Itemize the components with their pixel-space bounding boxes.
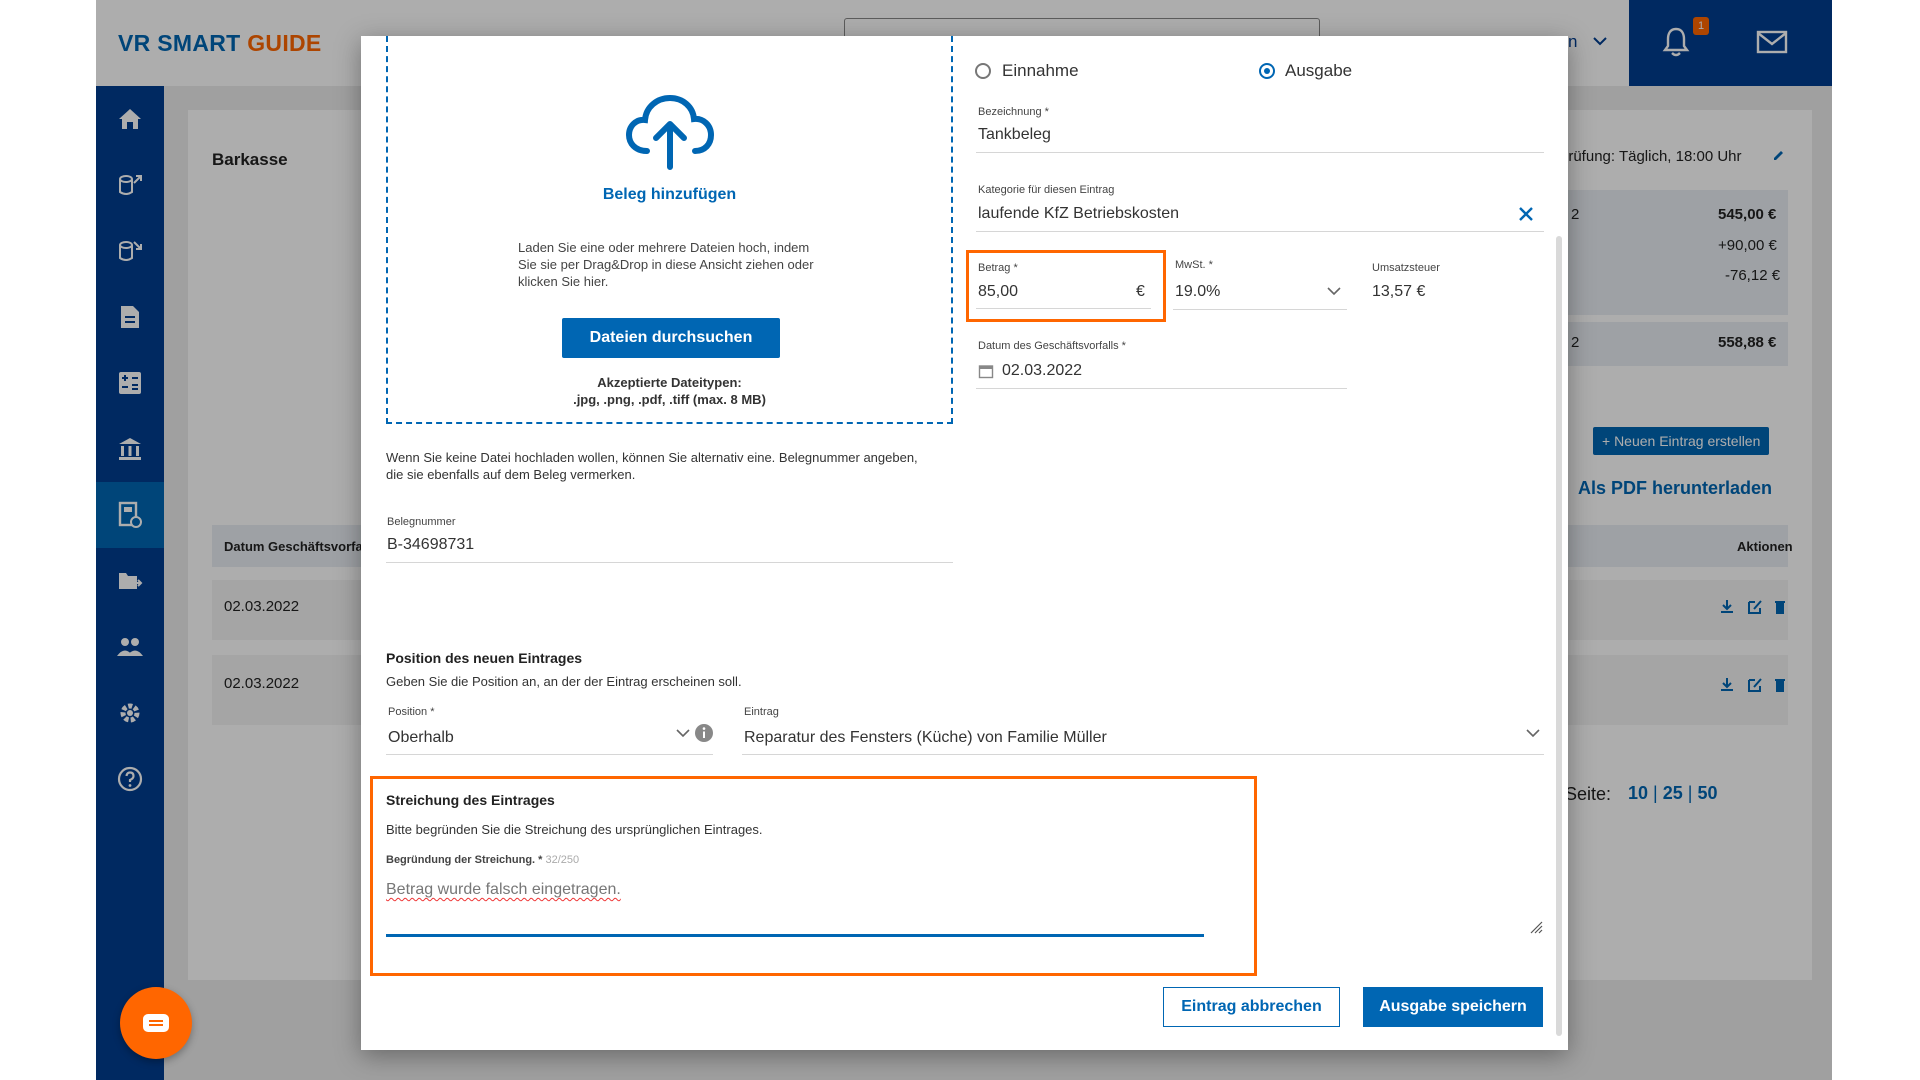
belegnummer-input[interactable]: B-34698731 [387, 536, 474, 554]
datum-input[interactable]: 02.03.2022 [1002, 362, 1082, 380]
datum-label: Datum des Geschäftsvorfalls * [978, 340, 1126, 352]
kategorie-label: Kategorie für diesen Eintrag [978, 184, 1115, 196]
modal-scrollbar[interactable] [1556, 236, 1562, 1036]
bezeichnung-underline [976, 152, 1544, 153]
highlight-streichung [370, 776, 1257, 976]
eintrag-select[interactable]: Reparatur des Fensters (Küche) von Famil… [744, 729, 1107, 747]
radio-expense-label[interactable]: Ausgabe [1285, 61, 1352, 81]
bezeichnung-input[interactable]: Tankbeleg [978, 126, 1051, 144]
calendar-icon[interactable] [978, 363, 994, 379]
radio-income[interactable] [975, 63, 991, 79]
datum-underline [976, 388, 1347, 389]
chevron-down-icon[interactable] [1526, 728, 1540, 738]
upload-title: Beleg hinzufügen [602, 186, 737, 203]
save-expense-button[interactable]: Ausgabe speichern [1363, 987, 1543, 1027]
mwst-underline [1173, 309, 1347, 310]
chevron-down-icon[interactable] [676, 728, 690, 738]
chat-icon [143, 1014, 169, 1032]
belegnummer-underline [386, 562, 953, 563]
cloud-upload-icon [625, 94, 715, 170]
entry-dialog: Beleg hinzufügen Laden Sie eine oder meh… [361, 36, 1568, 1050]
resize-handle-icon[interactable] [1527, 918, 1543, 934]
chat-button[interactable] [120, 987, 192, 1059]
alternative-note: Wenn Sie keine Datei hochladen wollen, k… [386, 450, 918, 482]
upload-dropzone[interactable]: Beleg hinzufügen Laden Sie eine oder meh… [386, 36, 953, 424]
accepted-title: Akzeptierte Dateitypen: [597, 375, 742, 390]
umsatzsteuer-label: Umsatzsteuer [1372, 262, 1440, 274]
position-label: Position * [388, 706, 435, 718]
info-icon[interactable] [694, 723, 714, 743]
umsatzsteuer-value: 13,57 € [1372, 283, 1426, 300]
close-icon[interactable] [1518, 206, 1534, 222]
highlight-betrag [966, 250, 1166, 322]
kategorie-underline [976, 231, 1544, 232]
mwst-select[interactable]: 19.0% [1175, 283, 1220, 301]
belegnummer-label: Belegnummer [387, 516, 456, 528]
position-section-description: Geben Sie die Position an, an der der Ei… [386, 674, 742, 689]
browse-files-button[interactable]: Dateien durchsuchen [562, 318, 780, 358]
eintrag-label: Eintrag [744, 706, 779, 718]
radio-expense[interactable] [1259, 63, 1275, 79]
accepted-types: .jpg, .png, .pdf, .tiff (max. 8 MB) [573, 392, 766, 407]
position-section-title: Position des neuen Eintrages [386, 650, 583, 666]
kategorie-input[interactable]: laufende KfZ Betriebskosten [978, 205, 1179, 223]
position-select[interactable]: Oberhalb [388, 729, 454, 747]
upload-description: Laden Sie eine oder mehrere Dateien hoch… [518, 240, 814, 289]
chevron-down-icon[interactable] [1327, 286, 1341, 296]
bezeichnung-label: Bezeichnung * [978, 106, 1049, 118]
mwst-label: MwSt. * [1175, 259, 1213, 271]
accepted-file-types: Akzeptierte Dateitypen: .jpg, .png, .pdf… [388, 374, 951, 408]
cancel-entry-button[interactable]: Eintrag abbrechen [1163, 987, 1340, 1027]
eintrag-underline [742, 754, 1544, 755]
radio-income-label[interactable]: Einnahme [1002, 61, 1079, 81]
position-underline [386, 754, 713, 755]
